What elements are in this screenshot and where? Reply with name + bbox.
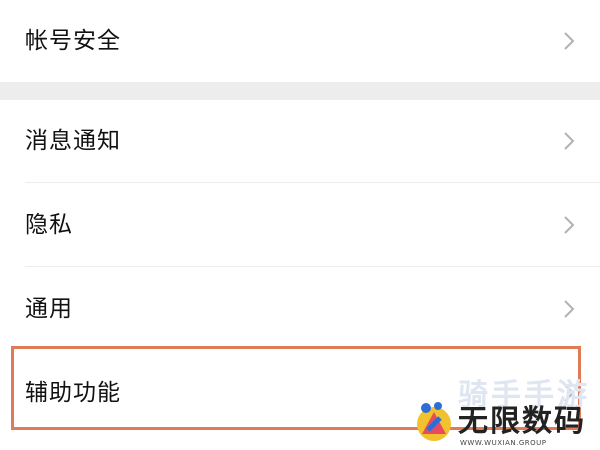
settings-item-privacy[interactable]: 隐私 bbox=[0, 183, 600, 266]
settings-item-account-security[interactable]: 帐号安全 bbox=[0, 0, 600, 82]
settings-item-label: 帐号安全 bbox=[25, 28, 121, 54]
settings-item-label: 通用 bbox=[25, 296, 73, 322]
watermark-logo-icon bbox=[414, 400, 454, 444]
chevron-right-icon bbox=[562, 298, 576, 320]
watermark-brand-main: 无限数码 bbox=[458, 404, 586, 439]
chevron-right-icon bbox=[562, 130, 576, 152]
chevron-right-icon bbox=[562, 214, 576, 236]
settings-item-general[interactable]: 通用 bbox=[0, 267, 600, 349]
settings-item-notifications[interactable]: 消息通知 bbox=[0, 100, 600, 182]
watermark: 骑手手游 无限数码 WWW.WUXIAN.GROUP bbox=[410, 378, 600, 450]
settings-item-label: 辅助功能 bbox=[25, 380, 121, 406]
settings-item-label: 消息通知 bbox=[25, 128, 121, 154]
chevron-right-icon bbox=[562, 30, 576, 52]
watermark-brand-url: WWW.WUXIAN.GROUP bbox=[460, 439, 547, 447]
settings-item-label: 隐私 bbox=[25, 212, 73, 238]
